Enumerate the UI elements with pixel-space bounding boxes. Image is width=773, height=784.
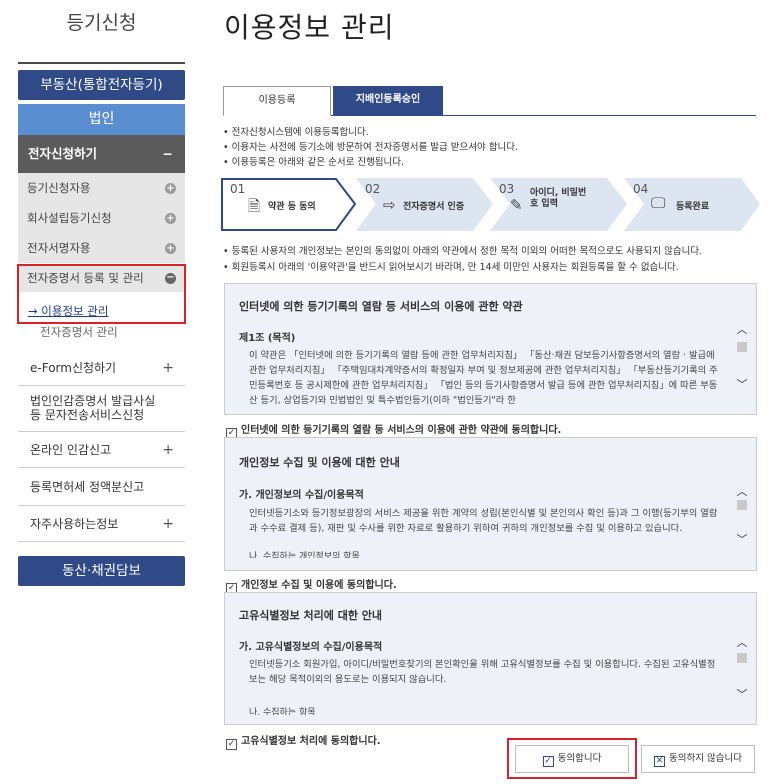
- terms-box-service[interactable]: 인터넷에 의한 등기기록의 열람 등 서비스의 이용에 관한 약관 제1조 (목…: [224, 283, 757, 415]
- sidebar-item-label: 법인인감증명서 발급사실 등 문자전송서비스신청: [30, 394, 156, 422]
- monitor-icon: 🖵: [651, 194, 666, 212]
- disagree-button-label: 동의하지 않습니다: [669, 753, 742, 764]
- document-icon: 🗎: [248, 197, 261, 215]
- step-label: 전자증명서 인증: [403, 202, 465, 212]
- sidebar-item-registration-applicant[interactable]: 등기신청자용 +: [18, 173, 185, 203]
- terms-box-unique-id[interactable]: 고유식별정보 처리에 대한 안내 가. 고유식별정보의 수집/이용목적 인터넷등…: [224, 592, 757, 725]
- terms-subtitle: 가. 고유식별정보의 수집/이용목적: [239, 642, 383, 653]
- highlight-box: [507, 738, 637, 779]
- scroll-thumb[interactable]: [737, 500, 747, 510]
- scroll-up-icon[interactable]: ︿: [736, 486, 748, 498]
- scroll-up-icon[interactable]: ︿: [736, 637, 748, 649]
- sidebar-item-eform[interactable]: e-Form신청하기 +: [18, 350, 185, 386]
- tab-registration[interactable]: 이용등록: [223, 86, 331, 116]
- page-title: 이용정보 관리: [224, 11, 395, 44]
- sidebar-item-label: 등록면허세 정액분신고: [30, 480, 145, 494]
- step-1: 01 🗎 약관 등 동의: [221, 178, 357, 231]
- sidebar-item-company-registration[interactable]: 회사설립등기신청 +: [18, 203, 185, 233]
- sidebar-item-label: 전자서명자용: [27, 241, 91, 255]
- plus-circle-icon[interactable]: +: [165, 183, 176, 194]
- agree-label: 인터넷에 의한 등기기록의 열람 등 서비스의 이용에 관한 약관에 동의합니다…: [241, 425, 562, 436]
- sidebar-item-license-tax[interactable]: 등록면허세 정액분신고: [18, 468, 185, 506]
- step-number: 01: [230, 182, 246, 196]
- terms-title: 인터넷에 의한 등기기록의 열람 등 서비스의 이용에 관한 약관: [239, 300, 523, 313]
- notice-line: • 등록된 사용자의 개인정보는 본인의 동의없이 아래의 약관에서 정한 목적…: [223, 246, 703, 257]
- movable-collateral-button[interactable]: 동산·채권담보: [18, 556, 185, 586]
- scroll-down-icon[interactable]: ﹀: [736, 689, 748, 701]
- step-label: 약관 등 동의: [268, 202, 316, 212]
- checkbox-checked-icon[interactable]: ✓: [226, 739, 237, 750]
- step-4: 04 🖵 등록완료: [624, 178, 761, 231]
- page: 등기신청 부동산(통합전자등기) 법인 전자신청하기 − 등기신청자용 + 회사…: [0, 0, 773, 784]
- plus-icon[interactable]: +: [162, 432, 174, 468]
- terms-text: 이 약관은 「인터넷에 의한 등기기록의 열람 등에 관한 업무처리지침」 「동…: [249, 350, 718, 406]
- sidebar-item-sms-service[interactable]: 법인인감증명서 발급사실 등 문자전송서비스신청: [18, 386, 185, 432]
- terms-title: 개인정보 수집 및 이용에 대한 안내: [239, 456, 400, 469]
- scroll-up-icon[interactable]: ︿: [736, 324, 748, 336]
- terms-subtitle: 가. 개인정보의 수집/이용목적: [239, 490, 364, 501]
- plus-circle-icon[interactable]: +: [165, 213, 176, 224]
- sidebar-title: 등기신청: [66, 12, 137, 34]
- pencil-icon: ✎: [510, 196, 523, 214]
- step-number: 04: [633, 182, 649, 196]
- scroll-thumb[interactable]: [737, 653, 747, 663]
- sidebar-item-label: 자주사용하는정보: [30, 517, 119, 531]
- step-3: 03 ✎ 아이디, 비밀번호 입력: [490, 178, 628, 231]
- terms-text-cut: 나. 수집하는 개인정보의 항목: [249, 552, 360, 558]
- close-icon: ✕: [654, 756, 666, 767]
- step-label: 아이디, 비밀번호 입력: [530, 188, 587, 209]
- agree-label: 개인정보 수집 및 이용에 동의합니다.: [241, 580, 397, 591]
- info-bullet: • 이용자는 사전에 등기소에 방문하여 전자증명서를 발급 받으셔야 합니다.: [223, 142, 518, 153]
- agree-unique-id[interactable]: ✓ 고유식별정보 처리에 동의합니다.: [226, 732, 381, 750]
- sidebar-link-certificate-manage[interactable]: 전자증명서 관리: [40, 324, 118, 340]
- step-number: 03: [499, 182, 515, 196]
- sidebar-item-favorites[interactable]: 자주사용하는정보 +: [18, 506, 185, 542]
- step-indicator: 01 🗎 약관 등 동의 02 ⇨ 전자증명서 인증 03 ✎ 아이디, 비밀번…: [221, 178, 761, 231]
- disagree-button[interactable]: ✕ 동의하지 않습니다: [641, 745, 755, 773]
- sidebar-item-label: e-Form신청하기: [30, 361, 117, 375]
- info-bullet: • 이용등록은 아래와 같은 순서로 진행됩니다.: [223, 157, 405, 168]
- sidebar-item-e-signer[interactable]: 전자서명자용 +: [18, 233, 185, 263]
- collapse-icon[interactable]: −: [163, 135, 173, 173]
- highlight-box: [17, 264, 186, 324]
- notice-line: • 회원등록시 아래의 '이용약관'을 반드시 읽어보시기 바라며, 만 14세…: [223, 262, 679, 273]
- login-arrow-icon: ⇨: [383, 196, 396, 214]
- plus-icon[interactable]: +: [162, 350, 174, 386]
- plus-icon[interactable]: +: [162, 506, 174, 542]
- agree-label: 고유식별정보 처리에 동의합니다.: [241, 736, 381, 747]
- terms-subtitle: 제1조 (목적): [239, 333, 296, 344]
- section-label: 전자신청하기: [28, 146, 98, 161]
- section-electronic-application[interactable]: 전자신청하기 −: [18, 135, 185, 173]
- terms-box-privacy[interactable]: 개인정보 수집 및 이용에 대한 안내 가. 개인정보의 수집/이용목적 인터넷…: [224, 437, 757, 571]
- info-bullet: • 전자신청시스템에 이용등록합니다.: [223, 127, 369, 138]
- terms-scrollbar[interactable]: ︿ ﹀: [736, 486, 748, 550]
- sidebar-item-label: 회사설립등기신청: [27, 211, 112, 225]
- scroll-thumb[interactable]: [737, 342, 747, 352]
- sidebar-item-label: 온라인 인감신고: [30, 443, 112, 457]
- plus-circle-icon[interactable]: +: [165, 243, 176, 254]
- tab-manager-approval[interactable]: 지배인등록승인: [333, 86, 443, 116]
- sidebar-item-label: 등기신청자용: [27, 181, 91, 195]
- realestate-button[interactable]: 부동산(통합전자등기): [18, 70, 185, 100]
- tab-bar: 이용등록 지배인등록승인: [223, 86, 756, 116]
- corp-button[interactable]: 법인: [18, 104, 185, 135]
- step-2: 02 ⇨ 전자증명서 인증: [356, 178, 494, 231]
- step-label: 등록완료: [676, 202, 710, 212]
- step-number: 02: [365, 182, 381, 196]
- terms-text-cut: 나. 수집하는 항목: [249, 708, 316, 715]
- terms-text: 인터넷등기소 회원가입, 아이디/비밀번호찾기의 본인확인을 위해 고유식별정보…: [249, 659, 716, 685]
- terms-text: 인터넷등기소와 등기정보광장의 서비스 제공을 위한 계약의 성립(본인식별 및…: [249, 508, 718, 534]
- terms-title: 고유식별정보 처리에 대한 안내: [239, 609, 383, 622]
- terms-scrollbar[interactable]: ︿ ﹀: [736, 324, 748, 394]
- terms-scrollbar[interactable]: ︿ ﹀: [736, 637, 748, 703]
- sidebar-divider: [18, 62, 185, 64]
- sidebar-item-online-seal[interactable]: 온라인 인감신고 +: [18, 432, 185, 468]
- scroll-down-icon[interactable]: ﹀: [736, 534, 748, 546]
- scroll-down-icon[interactable]: ﹀: [736, 379, 748, 391]
